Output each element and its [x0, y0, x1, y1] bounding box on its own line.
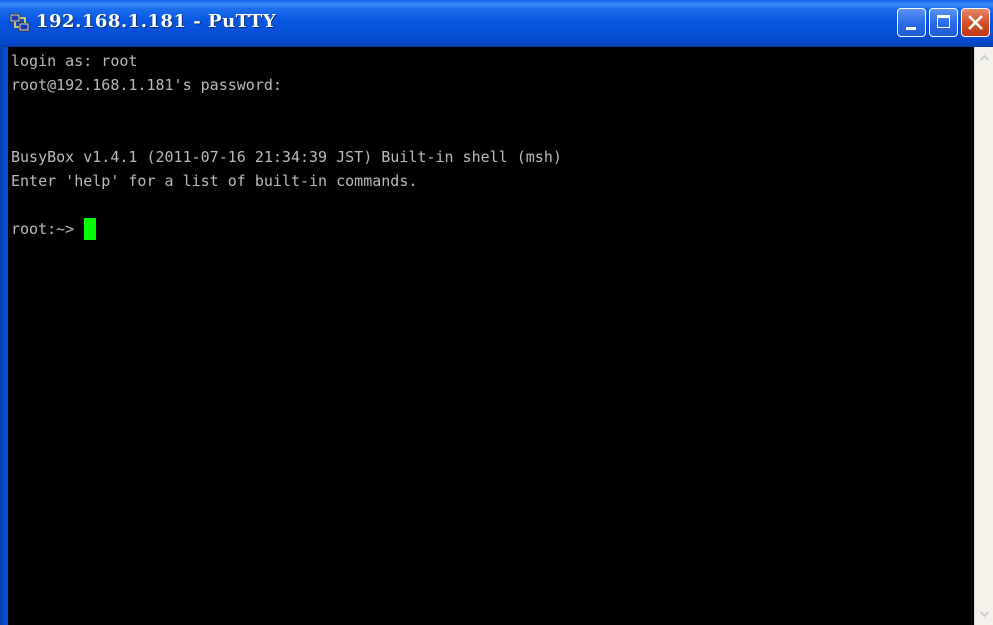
- putty-window: 192.168.1.181 - PuTTY login as: root roo…: [0, 0, 993, 625]
- putty-network-icon: [9, 13, 30, 32]
- terminal-line: BusyBox v1.4.1 (2011-07-16 21:34:39 JST)…: [11, 148, 562, 166]
- terminal-output[interactable]: login as: root root@192.168.1.181's pass…: [8, 47, 974, 625]
- window-frame-left: [0, 47, 8, 625]
- scroll-up-arrow-icon: [979, 54, 989, 61]
- shell-prompt: root:~>: [11, 220, 75, 238]
- scroll-up-button[interactable]: [975, 49, 993, 67]
- title-bar[interactable]: 192.168.1.181 - PuTTY: [0, 0, 993, 47]
- window-title: 192.168.1.181 - PuTTY: [36, 11, 277, 32]
- vertical-scrollbar[interactable]: [974, 47, 993, 625]
- terminal-line: Enter 'help' for a list of built-in comm…: [11, 172, 418, 190]
- minimize-button[interactable]: [897, 8, 926, 37]
- text-cursor: [84, 218, 97, 240]
- close-icon: [968, 15, 983, 30]
- maximize-icon: [937, 15, 950, 28]
- terminal-line: root@192.168.1.181's password:: [11, 76, 282, 94]
- terminal-line: login as: root: [11, 52, 138, 70]
- close-button[interactable]: [961, 8, 990, 37]
- minimize-icon: [906, 27, 916, 30]
- scroll-down-arrow-icon: [979, 611, 989, 618]
- scroll-down-button[interactable]: [975, 605, 993, 623]
- shell-prompt-row[interactable]: root:~>: [11, 217, 97, 241]
- maximize-button[interactable]: [929, 8, 958, 37]
